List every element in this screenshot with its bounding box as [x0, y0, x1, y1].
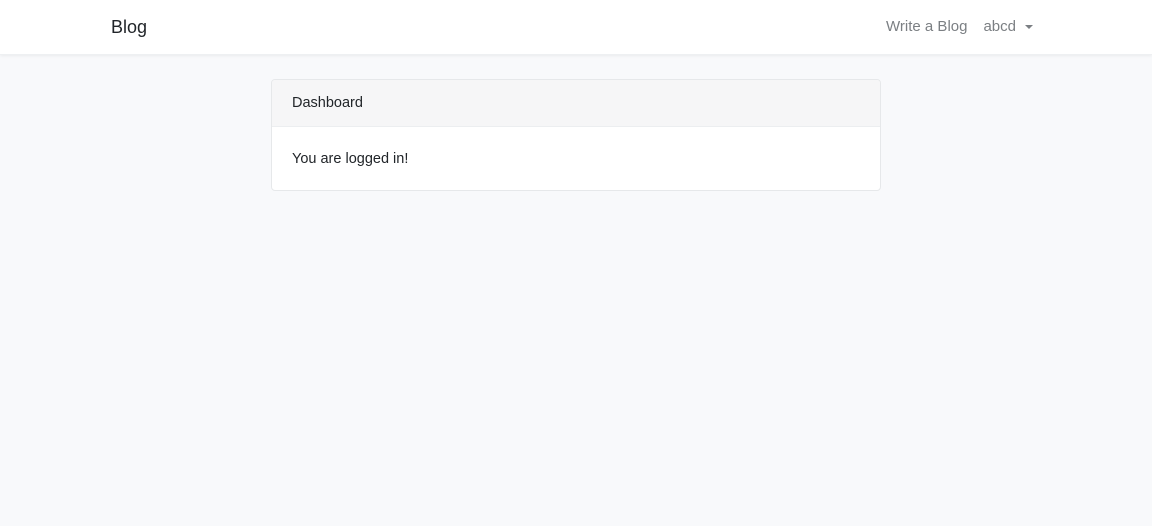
logged-in-message: You are logged in! — [292, 151, 409, 167]
navbar-right: Write a Blog abcd — [886, 17, 1033, 37]
card-header: Dashboard — [272, 80, 880, 127]
top-navbar: Blog Write a Blog abcd — [0, 0, 1152, 55]
caret-down-icon — [1025, 25, 1033, 29]
username-label: abcd — [983, 18, 1016, 35]
write-blog-link[interactable]: Write a Blog — [886, 17, 967, 37]
user-menu-toggle[interactable]: abcd — [983, 17, 1033, 37]
brand-link[interactable]: Blog — [111, 16, 147, 38]
dashboard-card: Dashboard You are logged in! — [271, 79, 881, 191]
